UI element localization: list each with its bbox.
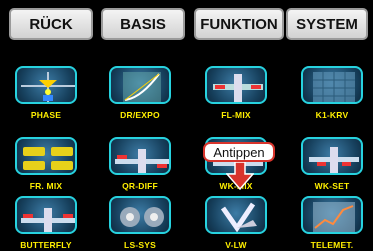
menu-tile-butterfly[interactable] — [15, 196, 77, 234]
menu-tile-fl-mix[interactable] — [205, 66, 267, 104]
menu-label-dr-expo: DR/EXPO — [120, 110, 160, 120]
phase-icon — [21, 72, 75, 102]
menu-tile-qr-diff[interactable] — [109, 137, 171, 175]
v-tail-icon — [220, 202, 257, 232]
menu-label-wk-set: WK-SET — [314, 181, 350, 191]
flap-setting-icon — [309, 147, 359, 173]
menu-label-v-lw: V-LW — [225, 240, 247, 250]
butterfly-icon — [21, 208, 75, 232]
free-mixer-icon — [23, 147, 73, 170]
funktion-tab[interactable]: FUNKTION — [194, 8, 284, 40]
menu-tile-telemet[interactable] — [301, 196, 363, 234]
menu-label-phase: PHASE — [30, 110, 62, 120]
curve-graph-icon — [123, 72, 161, 102]
throttle-curve-icon — [313, 72, 355, 102]
dual-stick-icon — [120, 207, 164, 227]
menu-tile-phase[interactable] — [15, 66, 77, 104]
menu-label-qr-diff: QR-DIFF — [122, 181, 158, 191]
menu-tile-v-lw[interactable] — [205, 196, 267, 234]
menu-tile-dr-expo[interactable] — [109, 66, 171, 104]
basis-tab[interactable]: BASIS — [101, 8, 185, 40]
aileron-diff-icon — [115, 149, 169, 173]
system-tab[interactable]: SYSTEM — [286, 8, 368, 40]
arrow-down-icon — [226, 162, 254, 190]
tap-callout: Antippen — [203, 142, 275, 162]
menu-label-telemet: TELEMET. — [310, 240, 354, 250]
menu-screen: { "tabs": {"back":"RÜCK","basis":"BASIS"… — [0, 0, 373, 251]
menu-label-ls-sys: LS-SYS — [124, 240, 156, 250]
menu-tile-k1-krv[interactable] — [301, 66, 363, 104]
telemetry-graph-icon — [313, 202, 355, 232]
back-button[interactable]: RÜCK — [9, 8, 93, 40]
menu-tile-fr-mix[interactable] — [15, 137, 77, 175]
menu-label-k1-krv: K1-KRV — [315, 110, 349, 120]
menu-label-butterfly: BUTTERFLY — [20, 240, 72, 250]
menu-label-fr-mix: FR. MIX — [29, 181, 63, 191]
menu-label-fl-mix: FL-MIX — [221, 110, 251, 120]
menu-tile-wk-set[interactable] — [301, 137, 363, 175]
airplane-mix-icon — [213, 74, 263, 102]
menu-tile-ls-sys[interactable] — [109, 196, 171, 234]
